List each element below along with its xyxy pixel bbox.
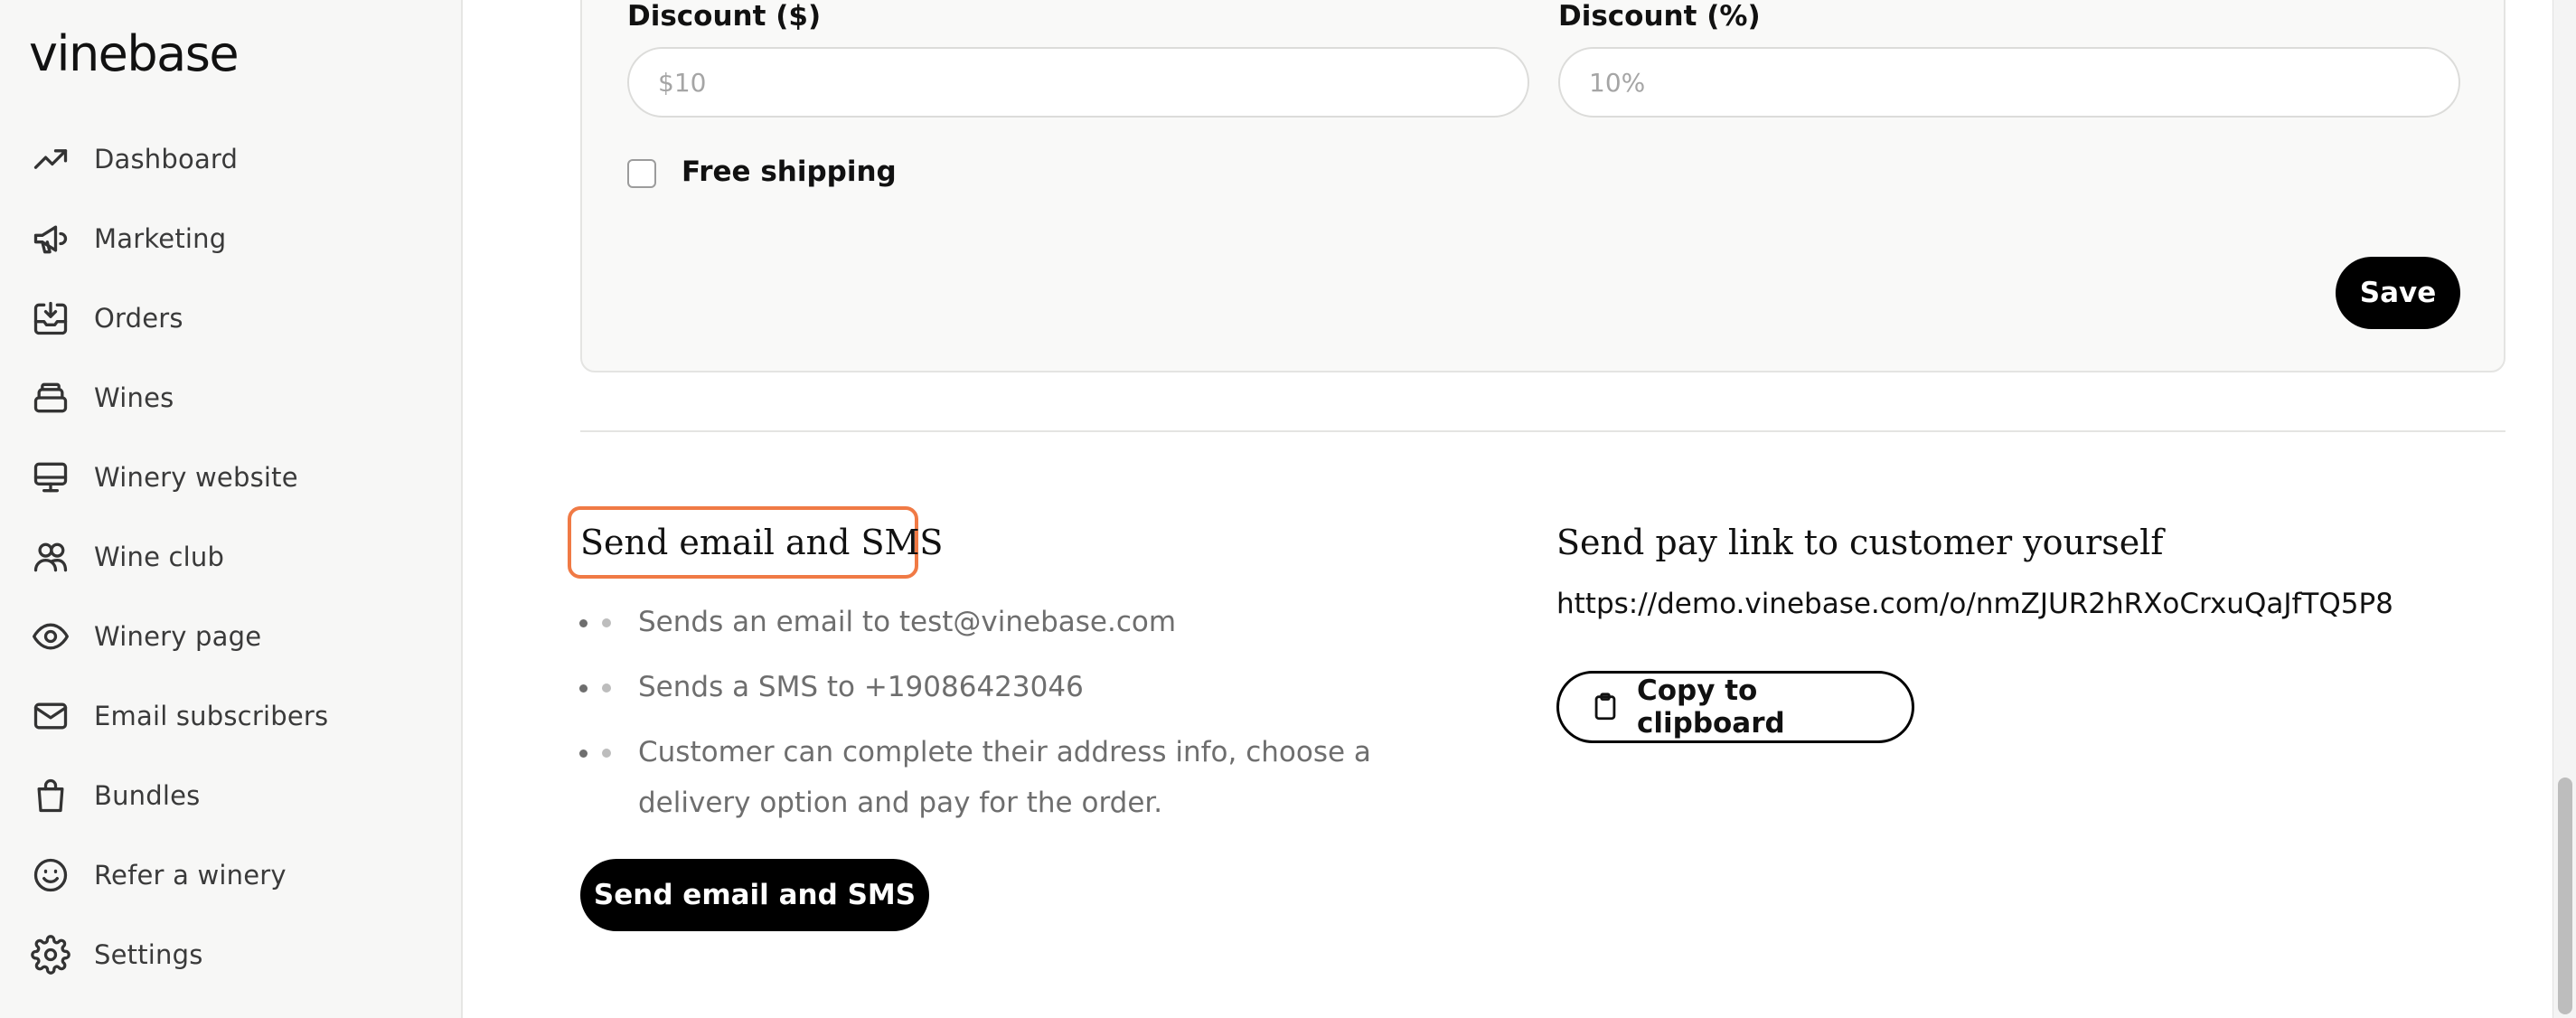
scrollbar-thumb[interactable]: [2558, 778, 2572, 1014]
save-button[interactable]: Save: [2336, 257, 2460, 329]
sidebar-item-winery-page[interactable]: Winery page: [0, 597, 461, 676]
section-divider: [580, 430, 2505, 432]
discount-amount-label: Discount ($): [627, 0, 822, 33]
scrollbar[interactable]: [2552, 0, 2576, 1018]
sidebar-item-bundles[interactable]: Bundles: [0, 756, 461, 835]
sidebar-item-label: Winery page: [94, 621, 262, 652]
discount-card: Discount ($) $10 Discount (%) 10% Free s…: [580, 0, 2505, 372]
copy-to-clipboard-button[interactable]: Copy to clipboard: [1556, 671, 1914, 743]
megaphone-icon: [31, 219, 71, 259]
sidebar-nav: Dashboard Marketing Orders Wines Winery …: [0, 119, 461, 994]
app-window: vinebase Dashboard Marketing Orders Wine…: [0, 0, 2576, 1018]
discount-percent-input[interactable]: 10%: [1558, 47, 2460, 118]
gear-icon: [31, 935, 71, 975]
sidebar-item-label: Marketing: [94, 223, 227, 254]
sidebar-item-label: Settings: [94, 939, 203, 970]
sidebar-item-dashboard[interactable]: Dashboard: [0, 119, 461, 199]
sidebar-item-settings[interactable]: Settings: [0, 915, 461, 994]
paylink-title: Send pay link to customer yourself: [1556, 523, 2164, 562]
send-email-sms-title: Send email and SMS: [580, 523, 944, 562]
copy-to-clipboard-label: Copy to clipboard: [1637, 674, 1785, 740]
monitor-icon: [31, 457, 71, 497]
sidebar: vinebase Dashboard Marketing Orders Wine…: [0, 0, 463, 1018]
free-shipping-label[interactable]: Free shipping: [682, 156, 897, 188]
paylink-url: https://demo.vinebase.com/o/nmZJUR2hRXoC…: [1556, 588, 2393, 620]
trending-up-icon: [31, 139, 71, 179]
users-icon: [31, 537, 71, 577]
smiley-icon: [31, 855, 71, 895]
clipboard-icon: [1590, 692, 1621, 722]
sidebar-item-label: Orders: [94, 303, 183, 334]
stack-icon: [31, 378, 71, 418]
sidebar-item-marketing[interactable]: Marketing: [0, 199, 461, 278]
eye-icon: [31, 617, 71, 656]
sidebar-item-winery-website[interactable]: Winery website: [0, 438, 461, 517]
sidebar-item-wines[interactable]: Wines: [0, 358, 461, 438]
sidebar-item-email-subscribers[interactable]: Email subscribers: [0, 676, 461, 756]
sidebar-item-label: Wine club: [94, 542, 225, 572]
send-email-sms-button[interactable]: Send email and SMS: [580, 859, 929, 931]
free-shipping-checkbox[interactable]: [627, 159, 656, 188]
sidebar-item-label: Winery website: [94, 462, 298, 493]
sidebar-item-orders[interactable]: Orders: [0, 278, 461, 358]
sidebar-item-label: Refer a winery: [94, 860, 287, 891]
list-item: Sends a SMS to +19086423046: [602, 662, 1415, 712]
main-content: Discount ($) $10 Discount (%) 10% Free s…: [465, 0, 2552, 1018]
logo[interactable]: vinebase: [29, 25, 240, 82]
sidebar-item-refer-a-winery[interactable]: Refer a winery: [0, 835, 461, 915]
sidebar-item-label: Wines: [94, 382, 174, 413]
list-item: Customer can complete their address info…: [602, 727, 1415, 828]
inbox-download-icon: [31, 298, 71, 338]
sidebar-item-label: Bundles: [94, 780, 201, 811]
sidebar-item-label: Dashboard: [94, 144, 239, 174]
shopping-bag-icon: [31, 776, 71, 815]
sidebar-item-label: Email subscribers: [94, 701, 329, 731]
discount-amount-input[interactable]: $10: [627, 47, 1529, 118]
envelope-icon: [31, 696, 71, 736]
list-item: Sends an email to test@vinebase.com: [602, 597, 1415, 647]
sidebar-item-wine-club[interactable]: Wine club: [0, 517, 461, 597]
send-details-list: Sends an email to test@vinebase.com Send…: [602, 597, 1415, 843]
discount-percent-label: Discount (%): [1558, 0, 1761, 33]
